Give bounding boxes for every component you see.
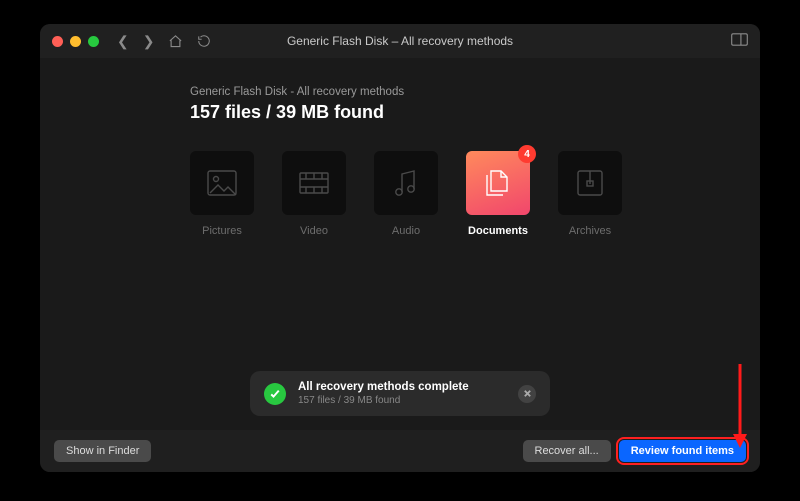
home-icon[interactable]	[168, 34, 183, 49]
check-icon	[264, 383, 286, 405]
nav-forward-button[interactable]: ❯	[143, 34, 155, 48]
layout-toggle-icon[interactable]	[731, 33, 748, 51]
category-tiles: Pictures Video Audio 4 Documents	[190, 151, 760, 237]
category-archives[interactable]: Archives	[558, 151, 622, 237]
titlebar: ❮ ❯ Generic Flash Disk – All recovery me…	[40, 24, 760, 58]
pictures-tile	[190, 151, 254, 215]
category-audio[interactable]: Audio	[374, 151, 438, 237]
main-content: Generic Flash Disk - All recovery method…	[40, 58, 760, 472]
category-video[interactable]: Video	[282, 151, 346, 237]
archives-tile	[558, 151, 622, 215]
refresh-icon[interactable]	[197, 34, 211, 48]
nav-controls: ❮ ❯	[117, 34, 211, 49]
recover-all-button[interactable]: Recover all...	[523, 440, 611, 462]
traffic-lights	[52, 36, 99, 47]
video-icon	[298, 169, 330, 197]
audio-icon	[392, 168, 420, 198]
toast-body: All recovery methods complete 157 files …	[298, 381, 506, 406]
audio-tile	[374, 151, 438, 215]
category-pictures[interactable]: Pictures	[190, 151, 254, 237]
pictures-icon	[206, 169, 238, 197]
documents-label: Documents	[468, 225, 528, 237]
documents-badge: 4	[518, 145, 536, 163]
scan-subtitle: Generic Flash Disk - All recovery method…	[190, 86, 760, 98]
scan-headline: 157 files / 39 MB found	[190, 102, 760, 123]
close-icon	[523, 389, 532, 398]
video-tile	[282, 151, 346, 215]
zoom-window-button[interactable]	[88, 36, 99, 47]
toast-subtitle: 157 files / 39 MB found	[298, 395, 506, 406]
archives-icon	[575, 168, 605, 198]
show-in-finder-button[interactable]: Show in Finder	[54, 440, 151, 462]
completion-toast: All recovery methods complete 157 files …	[250, 371, 550, 416]
toast-title: All recovery methods complete	[298, 381, 506, 393]
pictures-label: Pictures	[202, 225, 242, 237]
archives-label: Archives	[569, 225, 611, 237]
toast-close-button[interactable]	[518, 385, 536, 403]
audio-label: Audio	[392, 225, 420, 237]
category-documents[interactable]: 4 Documents	[466, 151, 530, 237]
app-window: ❮ ❯ Generic Flash Disk – All recovery me…	[40, 24, 760, 472]
nav-back-button[interactable]: ❮	[117, 34, 129, 48]
documents-icon	[483, 167, 513, 199]
review-found-items-button[interactable]: Review found items	[619, 440, 746, 462]
minimize-window-button[interactable]	[70, 36, 81, 47]
footer-bar: Show in Finder Recover all... Review fou…	[40, 430, 760, 472]
documents-tile: 4	[466, 151, 530, 215]
close-window-button[interactable]	[52, 36, 63, 47]
video-label: Video	[300, 225, 328, 237]
